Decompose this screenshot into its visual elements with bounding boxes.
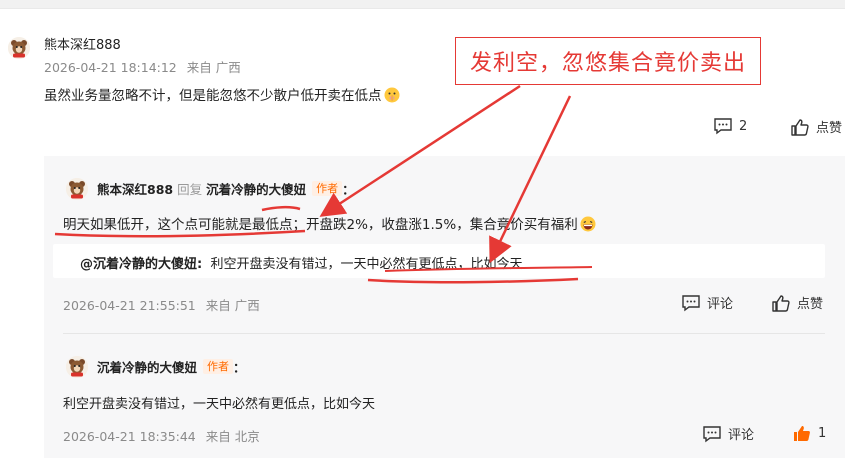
thumbs-up-filled-icon [794,426,810,441]
comment-text: 虽然业务量忽略不计，但是能忽悠不少散户低开卖在低点 [44,84,400,104]
like-label: 点赞 [816,121,843,136]
comment-label: 评论 [728,428,755,443]
grin-emoji-icon [580,216,596,232]
author-badge: 作者 [203,359,234,374]
thumbs-up-icon [791,118,809,136]
like-button[interactable]: 点赞 [790,117,842,136]
user-avatar-icon [8,37,30,59]
comment-location: 来自 广西 [186,60,241,75]
comment-icon [703,425,721,442]
reply2-avatar[interactable] [66,356,88,378]
reply-count: 2 [739,118,748,134]
comment-date: 2026-04-21 18:14:12 [44,60,177,75]
reply1-username[interactable]: 熊本深红888 [97,179,173,198]
reply1-header: 熊本深红888 回复 沉着冷静的大傻妞 作者 ： [97,179,355,198]
reply1-avatar[interactable] [66,178,88,200]
reply2-location: 来自 北京 [205,429,260,444]
comment-text-content: 虽然业务量忽略不计，但是能忽悠不少散户低开卖在低点 [44,88,382,104]
avatar[interactable] [8,37,30,59]
reply2-meta: 2026-04-21 18:35:44 来自 北京 [63,426,270,445]
reply1-meta: 2026-04-21 21:55:51 来自 广西 [63,295,270,314]
reply2-like-button[interactable]: 1 [792,424,826,442]
reply1-date: 2026-04-21 21:55:51 [63,298,196,313]
reply-divider [63,333,825,334]
reply2-date: 2026-04-21 18:35:44 [63,429,196,444]
reply2-comment-button[interactable]: 评论 [702,424,754,443]
reply1-text: 明天如果低开，这个点可能就是最低点；开盘跌2%，收盘涨1.5%，集合竟价买有福利 [63,213,596,233]
thumbs-up-icon [772,294,790,312]
like-count: 1 [818,425,827,441]
shush-emoji-icon [384,87,399,103]
quoted-text: 利空开盘卖没有错过，一天中必然有更低点，比如今天 [210,257,523,272]
colon: ： [233,360,246,375]
quoted-username[interactable]: @沉着冷静的大傻妞: [80,257,202,272]
comment-icon [714,118,732,135]
reply1-like-button[interactable]: 点赞 [771,293,823,312]
reply1-comment-button[interactable]: 评论 [681,293,733,312]
reply1-text-content: 明天如果低开，这个点可能就是最低点；开盘跌2%，收盘涨1.5%，集合竟价买有福利 [63,217,578,233]
reply2-username[interactable]: 沉着冷静的大傻妞 [97,357,197,376]
reply1-target-username[interactable]: 沉着冷静的大傻妞 [206,179,306,198]
comment-meta: 2026-04-21 18:14:12 来自 广西 [44,57,251,76]
reply2-header: 沉着冷静的大傻妞 作者 ： [97,357,246,376]
author-badge: 作者 [312,181,343,196]
reply-count-button[interactable]: 2 [713,117,747,135]
top-divider [0,0,845,9]
like-label: 点赞 [797,297,824,312]
quoted-comment-text: @沉着冷静的大傻妞: 利空开盘卖没有错过，一天中必然有更低点，比如今天 [80,253,522,272]
comment-username[interactable]: 熊本深红888 [44,34,121,53]
user-avatar-icon [66,356,88,378]
user-avatar-icon [66,178,88,200]
reply1-location: 来自 广西 [205,298,260,313]
annotation-callout: 发利空，忽悠集合竟价卖出 [455,37,761,85]
colon: ： [342,182,355,197]
comment-label: 评论 [707,297,734,312]
comment-icon [682,294,700,311]
reply-word: 回复 [177,182,203,197]
reply2-text: 利空开盘卖没有错过，一天中必然有更低点，比如今天 [63,397,376,412]
